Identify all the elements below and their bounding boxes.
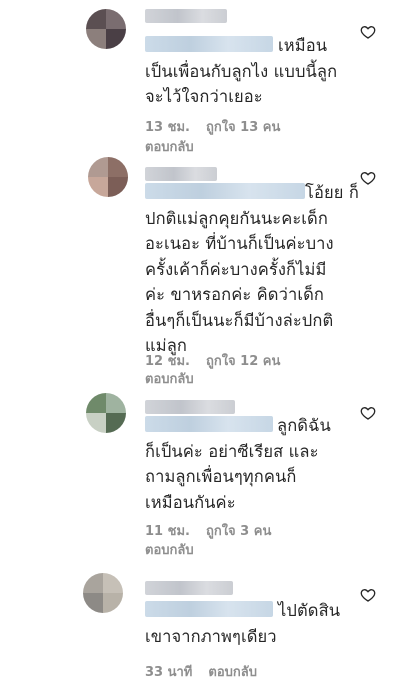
avatar-pixel	[88, 177, 108, 197]
like-heart-icon[interactable]	[360, 24, 376, 40]
username-redacted[interactable]	[145, 400, 235, 414]
reply-button[interactable]: ตอบกลับ	[145, 539, 194, 560]
avatar-pixel	[86, 9, 106, 29]
avatar-pixel	[86, 393, 106, 413]
comment-meta: 11 ชม. ถูกใจ 3 คน	[145, 520, 287, 541]
avatar-pixel	[106, 413, 126, 433]
comment-time: 11 ชม.	[145, 524, 190, 539]
avatar[interactable]	[86, 9, 126, 49]
comment-text: ไปตัดสิน เขาจากภาพๆเดียว	[145, 601, 341, 646]
comment-meta: 13 ชม. ถูกใจ 13 คน	[145, 116, 296, 137]
comment-text: โอ้ยย ก็ ปกติแม่ลูกคุยกันนะคะเด็ก อะเนอะ…	[145, 183, 359, 355]
avatar[interactable]	[88, 157, 128, 197]
comment-2: โอ้ยย ก็ ปกติแม่ลูกคุยกันนะคะเด็ก อะเนอะ…	[0, 155, 408, 387]
avatar-pixel	[108, 157, 128, 177]
avatar-pixel	[103, 593, 123, 613]
username-redacted[interactable]	[145, 581, 233, 595]
avatar[interactable]	[83, 573, 123, 613]
reply-button[interactable]: ตอบกลับ	[145, 368, 194, 389]
avatar-pixel	[88, 157, 108, 177]
username-redacted[interactable]	[145, 167, 217, 181]
like-heart-icon[interactable]	[360, 405, 376, 421]
avatar-pixel	[83, 573, 103, 593]
avatar-pixel	[83, 593, 103, 613]
username-redacted[interactable]	[145, 9, 227, 23]
comment-1: เหมือน เป็นเพื่อนกับลูกไง แบบนี้ลูก จะไว…	[0, 0, 408, 160]
comment-text: ลูกดิฉัน ก็เป็นค่ะ อย่าซีเรียส และ ถามลู…	[145, 416, 331, 512]
avatar-pixel	[103, 573, 123, 593]
avatar[interactable]	[86, 393, 126, 433]
comment-time: 13 ชม.	[145, 120, 190, 135]
avatar-pixel	[106, 29, 126, 49]
comment-time: 12 ชม.	[145, 354, 190, 369]
avatar-pixel	[86, 413, 106, 433]
comment-meta: 33 นาที ตอบกลับ	[145, 661, 273, 682]
comment-4: ไปตัดสิน เขาจากภาพๆเดียว 33 นาที ตอบกลับ	[0, 565, 408, 686]
avatar-pixel	[108, 177, 128, 197]
like-heart-icon[interactable]	[360, 587, 376, 603]
avatar-pixel	[106, 393, 126, 413]
reply-button[interactable]: ตอบกลับ	[145, 136, 194, 157]
comment-text: เหมือน เป็นเพื่อนกับลูกไง แบบนี้ลูก จะไว…	[145, 36, 338, 106]
comment-time: 33 นาที	[145, 665, 193, 680]
avatar-pixel	[86, 29, 106, 49]
like-count[interactable]: ถูกใจ 3 คน	[206, 524, 271, 539]
like-count[interactable]: ถูกใจ 12 คน	[206, 354, 280, 369]
like-count[interactable]: ถูกใจ 13 คน	[206, 120, 280, 135]
reply-button[interactable]: ตอบกลับ	[208, 665, 257, 680]
avatar-pixel	[106, 9, 126, 29]
like-heart-icon[interactable]	[360, 170, 376, 186]
comment-3: ลูกดิฉัน ก็เป็นค่ะ อย่าซีเรียส และ ถามลู…	[0, 390, 408, 560]
